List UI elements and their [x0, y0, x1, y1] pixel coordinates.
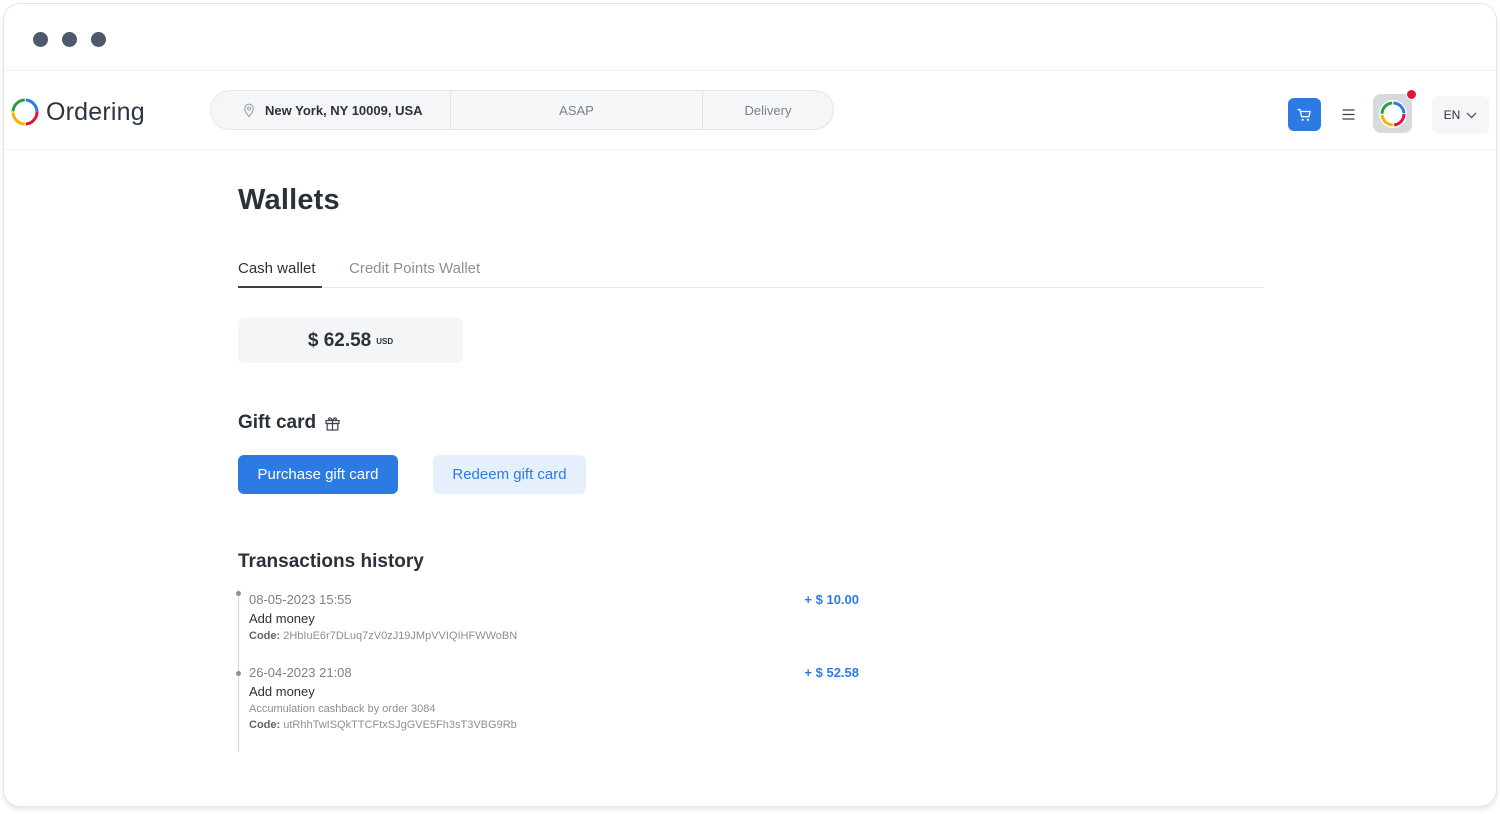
avatar-logo-icon — [1378, 99, 1407, 128]
transaction-date: 26-04-2023 21:08 — [249, 665, 352, 680]
gift-card-title: Gift card — [238, 412, 317, 433]
wallet-tabs: Cash wallet Credit Points Wallet — [238, 252, 1264, 288]
window-control-dot[interactable] — [62, 32, 77, 47]
transaction-title: Add money — [249, 684, 315, 699]
redeem-gift-card-button[interactable]: Redeem gift card — [433, 455, 586, 494]
site-header: Ordering New York, NY 10009, USA ASAP De… — [4, 71, 1496, 150]
chevron-down-icon — [1466, 112, 1477, 118]
transaction-code-label: Code: — [249, 719, 281, 731]
purchase-gift-card-button[interactable]: Purchase gift card — [238, 455, 398, 494]
time-text: ASAP — [559, 102, 594, 118]
user-avatar[interactable] — [1373, 94, 1412, 133]
wallet-page: Wallets Cash wallet Credit Points Wallet… — [236, 150, 1268, 806]
logo-ring-icon — [11, 98, 39, 126]
wallet-balance: $ 62.58 USD — [238, 318, 463, 363]
transaction-code-value: utRhhTwISQkTTCFtxSJgGVE5Fh3sT3VBG9Rb — [283, 719, 517, 731]
transaction-code-value: 2HbIuE6r7DLuq7zV0zJ19JMpVVIQIHFWWoBN — [283, 630, 518, 642]
balance-amount: $ 62.58 — [307, 329, 372, 351]
transaction-code: Code: utRhhTwISQkTTCFtxSJgGVE5Fh3sT3VBG9… — [249, 719, 517, 731]
cart-button[interactable] — [1288, 98, 1321, 131]
address-text: New York, NY 10009, USA — [265, 102, 423, 118]
window-control-dot[interactable] — [91, 32, 106, 47]
timeline-dot — [236, 591, 241, 596]
app-window: Ordering New York, NY 10009, USA ASAP De… — [4, 4, 1496, 806]
transactions-history-title: Transactions history — [238, 551, 424, 572]
order-type-selector[interactable]: Delivery — [703, 91, 833, 129]
transaction-description: Accumulation cashback by order 3084 — [249, 703, 436, 715]
transactions-timeline: 08-05-2023 15:55 Add money Code: 2HbIuE6… — [236, 590, 859, 752]
transaction-code-label: Code: — [249, 630, 281, 642]
order-type-text: Delivery — [744, 102, 792, 118]
language-text: EN — [1443, 108, 1461, 122]
tab-cash-wallet[interactable]: Cash wallet — [238, 260, 322, 288]
hamburger-menu-icon — [1342, 108, 1354, 120]
gift-icon — [325, 416, 340, 431]
language-selector[interactable]: EN — [1432, 96, 1489, 134]
cart-icon — [1297, 108, 1311, 121]
transaction-amount: + $ 10.00 — [804, 592, 859, 607]
transaction-amount: + $ 52.58 — [804, 665, 859, 680]
timeline-dot — [236, 671, 241, 676]
transaction-date: 08-05-2023 15:55 — [249, 592, 352, 607]
window-control-dot[interactable] — [33, 32, 48, 47]
page-title: Wallets — [238, 184, 340, 216]
time-selector[interactable]: ASAP — [451, 91, 703, 129]
logo-text: Ordering — [46, 97, 145, 126]
transaction-code: Code: 2HbIuE6r7DLuq7zV0zJ19JMpVVIQIHFWWo… — [249, 630, 517, 642]
notification-badge — [1406, 89, 1417, 100]
balance-currency: USD — [376, 337, 394, 346]
transaction-title: Add money — [249, 611, 315, 626]
tab-credit-points-wallet[interactable]: Credit Points Wallet — [349, 260, 480, 288]
address-selector[interactable]: New York, NY 10009, USA — [211, 91, 451, 129]
menu-button[interactable] — [1336, 101, 1360, 127]
logo[interactable]: Ordering — [10, 95, 145, 129]
window-chrome — [4, 4, 1496, 71]
order-options-bar: New York, NY 10009, USA ASAP Delivery — [210, 90, 834, 130]
location-pin-icon — [243, 103, 255, 118]
gift-card-heading: Gift card — [238, 412, 340, 434]
